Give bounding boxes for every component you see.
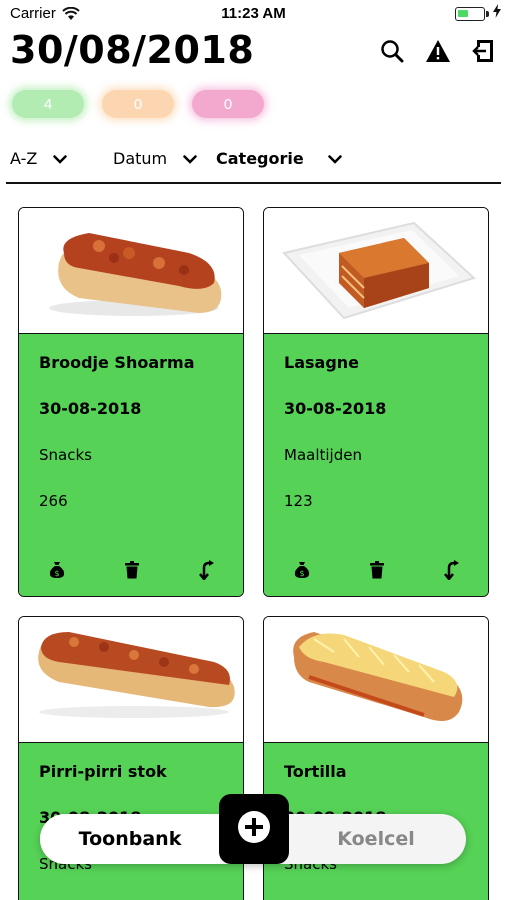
koelcel-tab[interactable]: Koelcel xyxy=(286,814,466,864)
counter-orange-badge[interactable]: 0 xyxy=(102,90,174,118)
warning-icon[interactable] xyxy=(425,38,451,64)
product-name: Broodje Shoarma xyxy=(39,353,195,372)
card-actions: $ xyxy=(264,560,488,580)
product-details: Lasagne 30-08-2018 Maaltijden 123 $ xyxy=(264,334,488,596)
product-name: Lasagne xyxy=(284,353,360,372)
status-bar: Carrier 11:23 AM xyxy=(0,0,507,28)
product-image xyxy=(264,208,488,334)
header-actions xyxy=(379,38,497,64)
bolt-icon xyxy=(493,4,501,22)
plus-icon xyxy=(236,809,272,849)
product-card[interactable]: Lasagne 30-08-2018 Maaltijden 123 $ xyxy=(263,207,489,597)
product-details: Broodje Shoarma 30-08-2018 Snacks 266 $ xyxy=(19,334,243,596)
status-counters: 4 0 0 xyxy=(12,90,264,118)
product-image xyxy=(19,617,243,743)
status-time: 11:23 AM xyxy=(221,5,286,22)
chevron-down-icon xyxy=(53,149,68,168)
sort-divider xyxy=(6,182,501,184)
product-category: Snacks xyxy=(39,446,92,464)
product-date: 30-08-2018 xyxy=(284,399,387,418)
card-actions: $ xyxy=(19,560,243,580)
battery-tip xyxy=(486,11,489,17)
chevron-down-icon xyxy=(183,149,197,168)
product-number: 123 xyxy=(284,492,313,510)
page-title: 30/08/2018 xyxy=(10,28,255,72)
svg-text:$: $ xyxy=(299,569,304,578)
sort-datum-label: Datum xyxy=(113,149,168,168)
money-bag-icon[interactable]: $ xyxy=(47,560,67,580)
sort-categorie-label: Categorie xyxy=(216,149,304,168)
search-icon[interactable] xyxy=(379,38,405,64)
return-icon[interactable] xyxy=(197,560,217,580)
money-bag-icon[interactable]: $ xyxy=(292,560,312,580)
sort-bar: A-Z Datum Categorie xyxy=(0,145,507,185)
toonbank-tab[interactable]: Toonbank xyxy=(40,814,220,864)
product-image xyxy=(264,617,488,743)
battery-icon xyxy=(455,7,485,21)
product-card[interactable]: Broodje Shoarma 30-08-2018 Snacks 266 $ xyxy=(18,207,244,597)
sort-az-dropdown[interactable]: A-Z xyxy=(10,149,68,168)
sort-datum-dropdown[interactable]: Datum xyxy=(113,149,197,168)
add-button[interactable] xyxy=(219,794,289,864)
product-name: Pirri-pirri stok xyxy=(39,762,167,781)
return-icon[interactable] xyxy=(442,560,462,580)
product-image xyxy=(19,208,243,334)
counter-green-badge[interactable]: 4 xyxy=(12,90,84,118)
trash-icon[interactable] xyxy=(122,560,142,580)
logout-icon[interactable] xyxy=(471,38,497,64)
sort-az-label: A-Z xyxy=(10,149,38,168)
product-number: 266 xyxy=(39,492,68,510)
sort-categorie-dropdown[interactable]: Categorie xyxy=(216,149,342,168)
product-category: Maaltijden xyxy=(284,446,362,464)
product-date: 30-08-2018 xyxy=(39,399,142,418)
svg-text:$: $ xyxy=(54,569,59,578)
counter-pink-badge[interactable]: 0 xyxy=(192,90,264,118)
chevron-down-icon xyxy=(327,149,342,168)
trash-icon[interactable] xyxy=(367,560,387,580)
product-name: Tortilla xyxy=(284,762,347,781)
